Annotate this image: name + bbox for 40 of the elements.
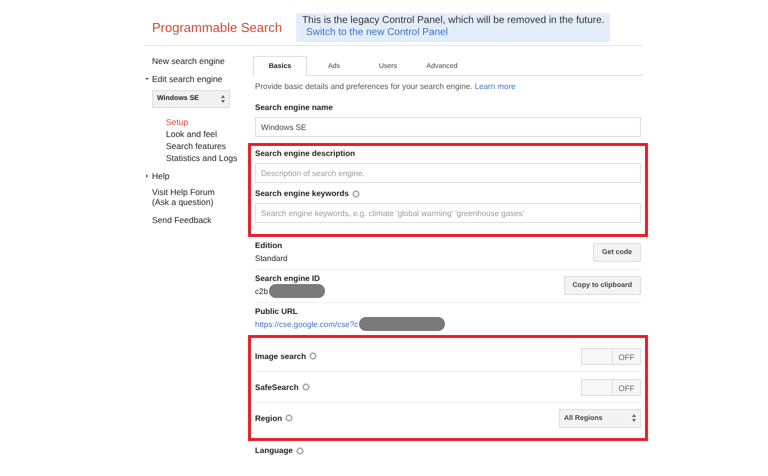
field-label: Region [255, 414, 282, 422]
field-label: Edition [255, 241, 284, 250]
text-field[interactable]: Search engine keywords, e.g. climate 'global warming' 'greenhouse gases' [255, 203, 641, 223]
text-field[interactable]: Windows SE [255, 117, 641, 137]
help-icon [309, 352, 318, 360]
sidebar-item[interactable]: Setup [166, 116, 246, 128]
toggle-switch[interactable]: OFF [581, 378, 641, 396]
field-label: Image search [255, 352, 306, 360]
up-down-arrow-icon [632, 414, 636, 422]
field-label: Language [255, 446, 293, 455]
text-field[interactable]: Description of search engine. [255, 163, 641, 183]
field-label: Public URL [255, 307, 299, 316]
field-label: Search engine keywords [255, 189, 349, 198]
help-icon [285, 414, 294, 422]
sidebar-link[interactable]: New search engine [152, 56, 246, 66]
legacy-notice: This is the legacy Control Panel, which will be removed in the future. Switch to the new Control Panel [296, 13, 610, 42]
help-icon [302, 383, 310, 391]
field-label: SafeSearch [255, 382, 299, 392]
sidebar-item[interactable]: Search features [166, 140, 246, 152]
field-value: c2b [255, 286, 268, 296]
sidebar-section[interactable]: Help [152, 171, 170, 181]
field-value: Standard [255, 254, 288, 262]
sidebar-item[interactable]: Look and feel [166, 128, 246, 140]
sidebar-item[interactable]: Statistics and Logs [166, 152, 246, 164]
field-label: Search engine name [255, 103, 333, 112]
learn-more-link[interactable]: Learn more [474, 82, 516, 91]
up-down-arrow-icon [221, 95, 225, 103]
redaction-mark [268, 284, 325, 298]
help-icon [352, 190, 360, 198]
product-title: Programmable Search [152, 20, 282, 35]
sidebar-section[interactable]: Edit search engine [152, 74, 222, 84]
field-label: Search engine description [255, 149, 356, 158]
url-link[interactable]: https://cse.google.com/cse?c [255, 320, 358, 328]
switch-panel-link[interactable]: Switch to the new Control Panel [306, 27, 448, 38]
intro-text: Provide basic details and preferences for your search engine. Learn more [255, 82, 517, 91]
help-icon [296, 446, 304, 454]
sidebar-link[interactable]: Send Feedback [152, 215, 246, 225]
sidebar-link[interactable]: Visit Help Forum (Ask a question) [152, 187, 227, 207]
toggle-switch[interactable]: OFF [581, 348, 641, 364]
field-label: Search engine ID [255, 274, 321, 283]
